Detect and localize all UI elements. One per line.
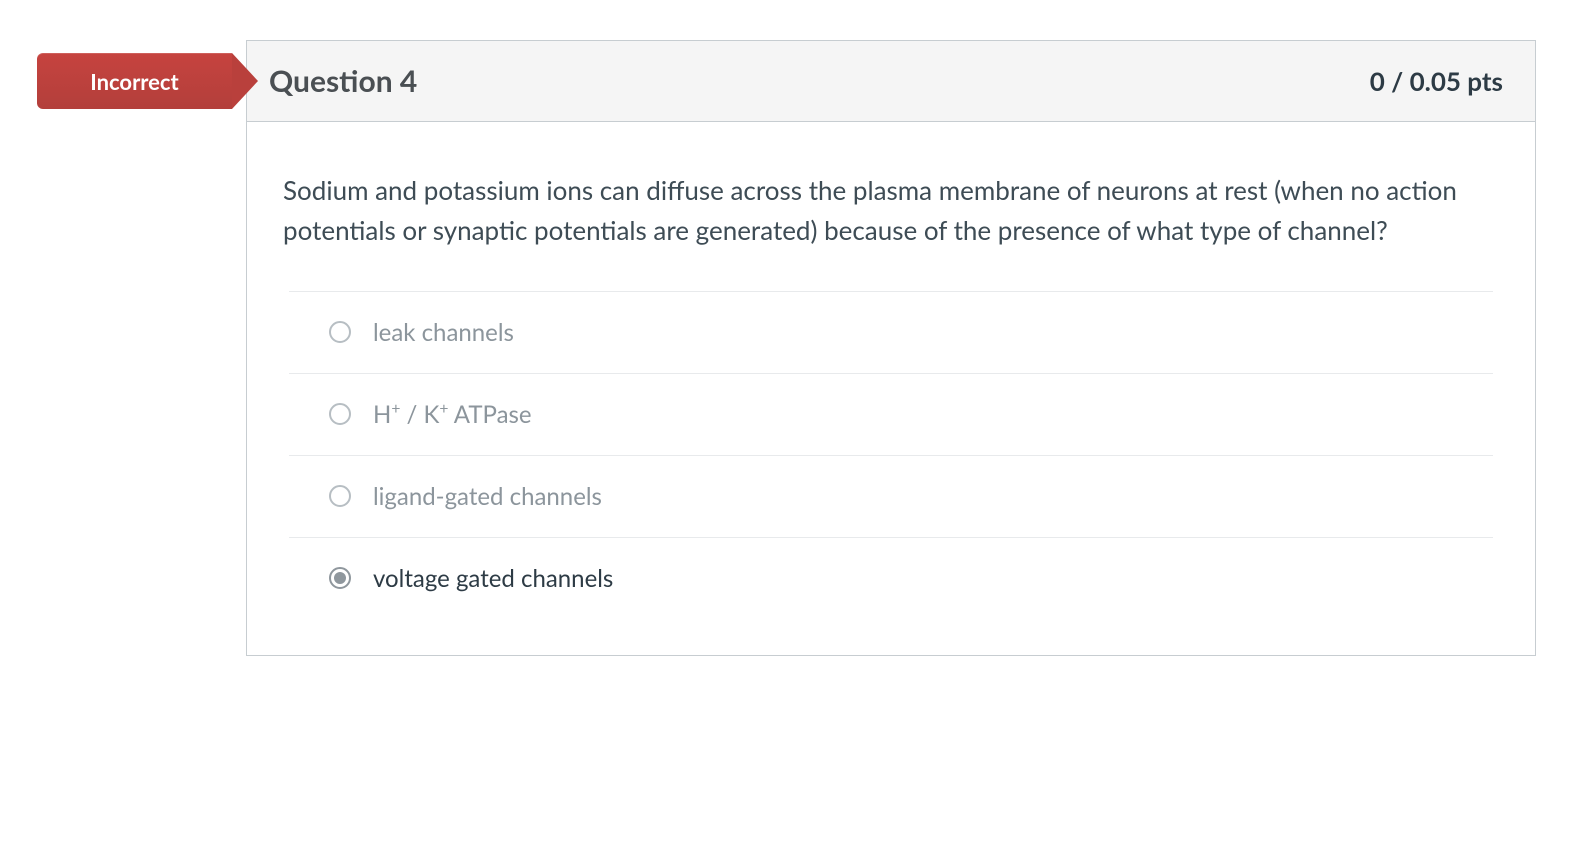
answer-list: leak channels H+ / K+ ATPase ligand-gate… (289, 291, 1493, 619)
answer-label: ligand-gated channels (373, 482, 602, 511)
radio-icon (329, 403, 351, 425)
radio-icon (329, 321, 351, 343)
answer-label: voltage gated channels (373, 564, 613, 593)
answer-label: leak channels (373, 318, 514, 347)
question-body: Sodium and potassium ions can diffuse ac… (247, 122, 1535, 655)
status-badge-incorrect: Incorrect (37, 53, 232, 109)
answer-option-selected: voltage gated channels (289, 537, 1493, 619)
quiz-question-wrapper: Incorrect Question 4 0 / 0.05 pts Sodium… (0, 0, 1572, 696)
question-title: Question 4 (269, 63, 417, 99)
answer-option: leak channels (289, 291, 1493, 373)
question-card: Incorrect Question 4 0 / 0.05 pts Sodium… (246, 40, 1536, 656)
status-badge-label: Incorrect (90, 68, 178, 95)
radio-icon (329, 485, 351, 507)
answer-label: H+ / K+ ATPase (373, 400, 532, 429)
question-text: Sodium and potassium ions can diffuse ac… (283, 170, 1499, 251)
answer-option: H+ / K+ ATPase (289, 373, 1493, 455)
answer-option: ligand-gated channels (289, 455, 1493, 537)
question-points: 0 / 0.05 pts (1370, 65, 1503, 97)
question-header: Incorrect Question 4 0 / 0.05 pts (247, 41, 1535, 122)
radio-icon-selected (329, 567, 351, 589)
